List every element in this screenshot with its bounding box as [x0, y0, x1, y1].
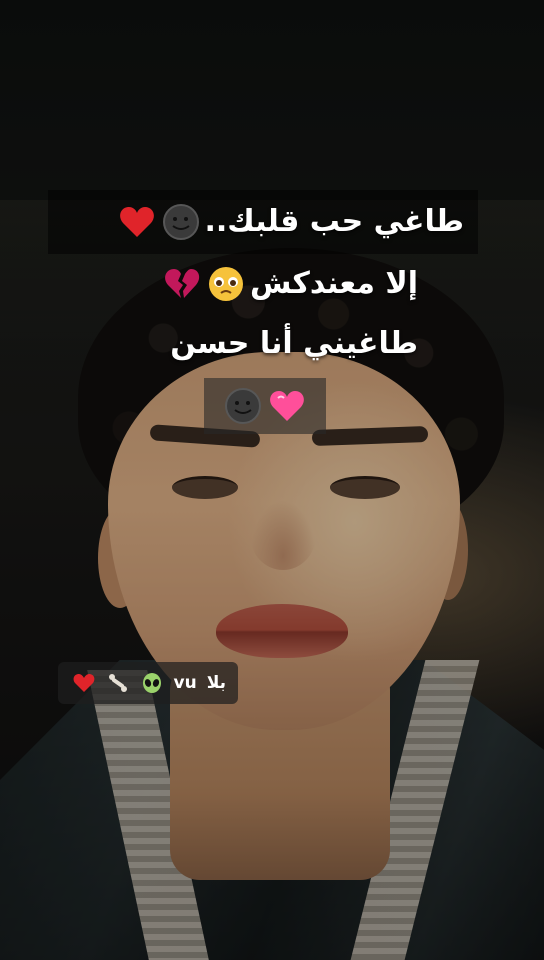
caption-line-2: إلا معندكش [136, 256, 418, 312]
smiling-moon-face-icon [223, 386, 263, 426]
pink-heart-icon [267, 386, 307, 426]
red-heart-icon [117, 202, 157, 242]
mention-handle: vu [173, 673, 197, 693]
caption-line-1: طاغي حب قلبك.. [48, 190, 478, 254]
alien-icon [140, 671, 164, 695]
caption-text-1: طاغي حب قلبك.. [204, 204, 465, 239]
bone-icon [106, 671, 130, 695]
dark-overlay [0, 0, 544, 960]
pleading-face-icon [206, 264, 246, 304]
mention-label: بلا [206, 673, 226, 693]
mention-tag[interactable]: بلا vu [58, 662, 238, 704]
broken-heart-icon [162, 264, 202, 304]
smiling-moon-face-icon [161, 202, 201, 242]
caption-text-2: إلا معندكش [249, 266, 418, 301]
red-heart-icon [72, 671, 96, 695]
caption-line-3: طاغيني أنا حسن [136, 316, 418, 372]
caption-line-4 [204, 378, 326, 434]
story-screen: طاغي حب قلبك.. إلا معندكش طاغيني أنا حسن… [0, 0, 544, 960]
caption-text-3: طاغيني أنا حسن [170, 326, 418, 361]
